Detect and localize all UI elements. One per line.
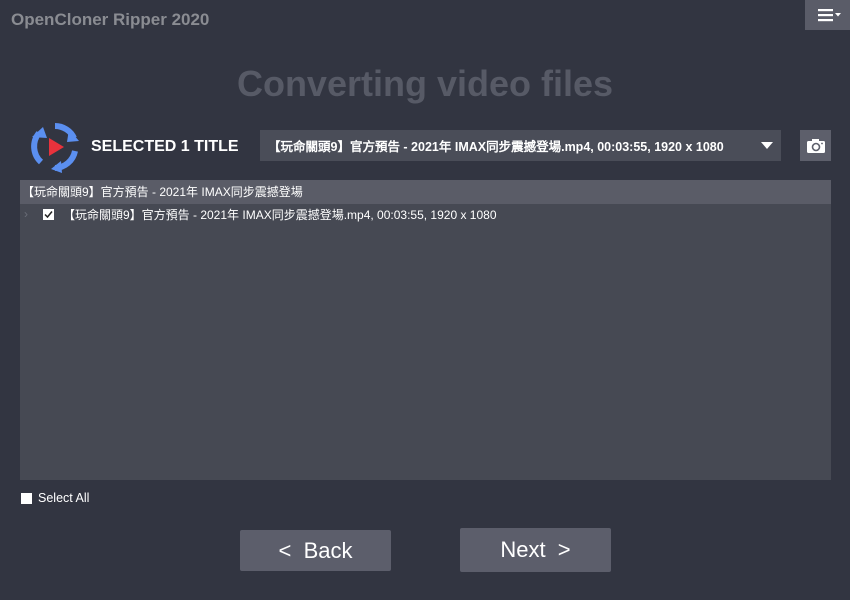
tree-item-label: 【玩命關頭9】官方預告 - 2021年 IMAX同步震撼登場.mp4, 00:0… [63, 207, 497, 222]
title-tree[interactable]: 【玩命關頭9】官方預告 - 2021年 IMAX同步震撼登場 › 【玩命關頭9】… [20, 180, 831, 480]
tree-item[interactable]: › 【玩命關頭9】官方預告 - 2021年 IMAX同步震撼登場.mp4, 00… [20, 204, 831, 224]
convert-cycle-play-icon [31, 122, 79, 173]
main-menu-button[interactable] [805, 0, 850, 30]
chevron-down-icon [761, 142, 773, 149]
camera-icon [806, 138, 825, 153]
title-dropdown-value: 【玩命關頭9】官方預告 - 2021年 IMAX同步震撼登場.mp4, 00:0… [268, 140, 724, 154]
back-button[interactable]: < Back [240, 530, 391, 571]
next-button[interactable]: Next > [460, 528, 611, 572]
snapshot-button[interactable] [800, 130, 831, 161]
select-all-checkbox[interactable]: Select All [21, 491, 89, 505]
page-title: Converting video files [236, 63, 614, 104]
select-all-box[interactable] [21, 492, 32, 504]
tree-group-header[interactable]: 【玩命關頭9】官方預告 - 2021年 IMAX同步震撼登場 [20, 180, 831, 204]
title-dropdown[interactable]: 【玩命關頭9】官方預告 - 2021年 IMAX同步震撼登場.mp4, 00:0… [260, 130, 781, 161]
selected-count-label: SELECTED 1 TITLE [91, 138, 239, 155]
checkmark-icon [44, 210, 53, 218]
expand-arrow-icon[interactable]: › [24, 207, 36, 221]
app-title: OpenCloner Ripper 2020 [11, 10, 210, 29]
select-all-label: Select All [38, 491, 90, 505]
tree-item-checkbox[interactable] [43, 208, 54, 220]
hamburger-menu-icon [817, 9, 841, 22]
